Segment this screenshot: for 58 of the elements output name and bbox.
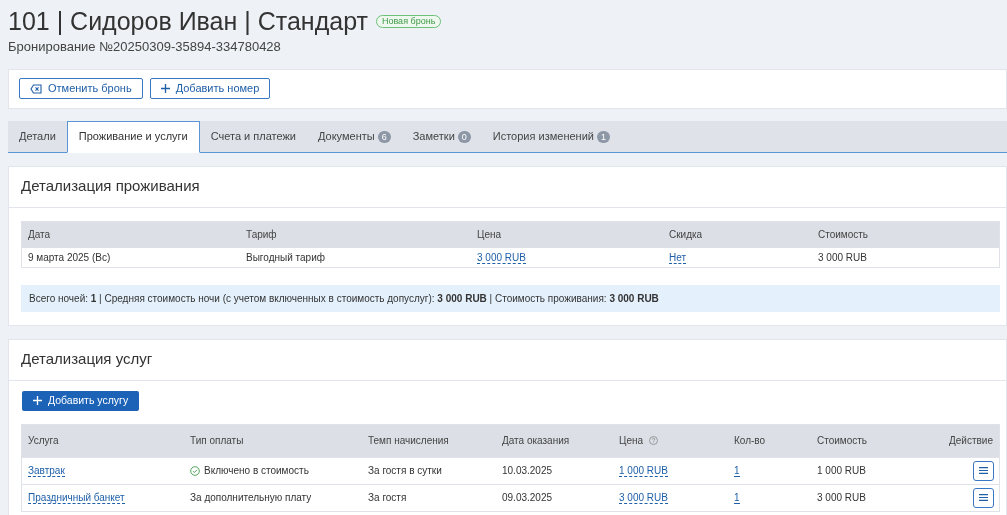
table-cell-text: 1 000 RUB [816,464,867,478]
cancel-booking-button[interactable]: Отменить бронь [19,78,143,99]
count-badge: 1 [596,130,610,143]
column-header: Дата оказания [502,434,570,448]
tab[interactable]: Детали [8,120,67,153]
plus-icon [160,84,170,93]
tab[interactable]: Счета и платежи [199,120,307,153]
menu-button[interactable] [973,487,994,508]
tab[interactable]: Заметки 0 [401,120,482,153]
table-cell-text: 10.03.2025 [501,464,554,478]
table-cell-text: 3 000 RUB [817,250,868,265]
page-title: 101 | Сидоров Иван | Стандарт [8,6,368,36]
check-circle-icon [190,465,200,476]
count-badge: 0 [457,130,471,143]
table-cell-text: За дополнительную плату [190,491,312,505]
column-header: Действие [949,434,993,448]
column-header: Цена [476,228,503,242]
tab[interactable]: Проживание и услуги [66,120,200,153]
quantity-link[interactable]: 1 [734,465,740,477]
booking-number: Бронирование №20250309-35894-334780428 [8,38,282,56]
add-service-button[interactable]: Добавить услугу [22,390,140,411]
table-cell-text: 3 000 RUB [816,491,867,505]
price-link[interactable]: 1 000 RUB [619,465,668,477]
section-title: Детализация услуг [21,349,153,370]
column-header: Скидка [668,228,704,242]
column-header: Тариф [245,228,278,242]
column-header: Стоимость [817,228,870,242]
tab[interactable]: История изменений 1 [481,120,621,153]
backspace-icon [30,83,42,94]
add-room-button[interactable]: Добавить номер [149,78,271,99]
column-header: Дата [27,228,52,242]
column-header: Тип оплаты [190,434,244,448]
menu-button[interactable] [973,460,994,481]
table-cell-text: 09.03.2025 [501,491,554,505]
plus-icon [33,396,42,405]
menu-icon [979,467,988,474]
table-cell-text: Выгодный тариф [245,250,326,265]
column-header: Стоимость [817,434,868,448]
table-cell-text: Включено в стоимость [204,464,309,478]
stay-summary: Всего ночей: 1 | Средняя стоимость ночи (с учетом включенных в стоимость допуслуг): 3 000 RUB | Стоимость проживания: 3 000 RUB [29,291,659,306]
price-link[interactable]: 3 000 RUB [619,492,668,504]
table-cell-text: За гостя в сутки [367,464,443,478]
table-cell-text: За гостя [367,491,408,505]
column-header: Цена [619,434,644,448]
column-header: Кол-во [734,434,766,448]
service-link[interactable]: Праздничный банкет [28,492,125,504]
menu-icon [979,494,988,501]
table-cell-text: 9 марта 2025 (Вс) [27,250,112,265]
price-link[interactable]: 3 000 RUB [477,251,526,264]
count-badge: 6 [377,130,391,143]
column-header: Услуга [28,434,59,448]
column-header: Темп начисления [368,434,449,448]
quantity-link[interactable]: 1 [734,492,740,504]
discount-link[interactable]: Нет [669,251,687,264]
status-badge: Новая бронь [375,14,442,28]
tab[interactable]: Документы 6 [307,120,402,153]
section-title: Детализация проживания [21,176,200,197]
service-link[interactable]: Завтрак [28,465,65,477]
